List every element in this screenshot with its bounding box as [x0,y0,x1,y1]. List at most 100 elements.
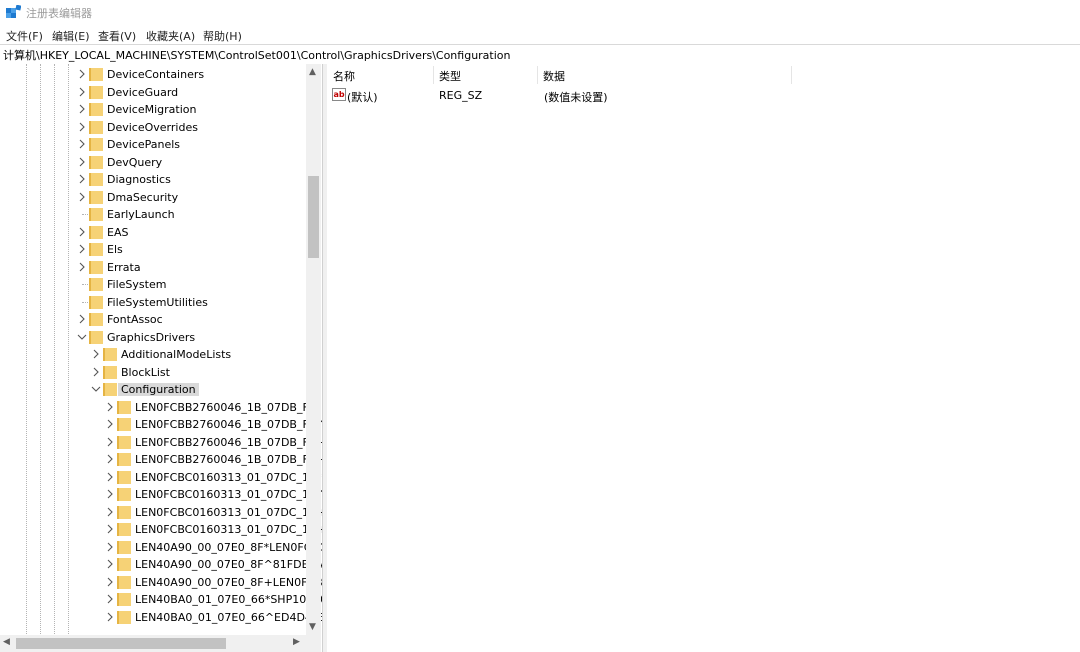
address-bar[interactable]: 计算机\HKEY_LOCAL_MACHINE\SYSTEM\ControlSet… [0,44,1080,65]
tree-node-label[interactable]: DeviceMigration [107,103,196,116]
scroll-thumb[interactable] [16,638,226,649]
tree-node-label[interactable]: DevicePanels [107,138,180,151]
scroll-up-icon[interactable]: ▲ [309,67,316,77]
tree-node-label[interactable]: DevQuery [107,156,162,169]
tree-node[interactable]: DeviceGuard [0,84,305,101]
column-header-name[interactable]: 名称 [327,64,433,86]
chevron-right-icon[interactable] [105,472,115,482]
tree-node[interactable]: LEN0FCBC0160313_01_07DC_19+I [0,521,322,538]
tree-node-label[interactable]: BlockList [121,366,170,379]
chevron-right-icon[interactable] [105,507,115,517]
column-divider[interactable] [791,66,792,84]
chevron-right-icon[interactable] [105,612,115,622]
tree-node[interactable]: EarlyLaunch [0,206,305,223]
tree-node[interactable]: LEN0FCBB2760046_1B_07DB_F6*L [0,399,322,416]
tree-node-label[interactable]: FileSystem [107,278,166,291]
tree-node-label[interactable]: DeviceContainers [107,68,204,81]
address-path[interactable]: 计算机\HKEY_LOCAL_MACHINE\SYSTEM\ControlSet… [3,47,511,63]
menu-view[interactable]: 查看(V) [98,28,136,44]
scroll-left-icon[interactable]: ◀ [3,637,10,647]
tree-node-label[interactable]: GraphicsDrivers [107,331,195,344]
chevron-right-icon[interactable] [105,594,115,604]
tree-node[interactable]: FileSystemUtilities [0,294,305,311]
tree-node-label[interactable]: LEN40A90_00_07E0_8F*LEN0FCBC [135,541,322,554]
tree-node[interactable]: Configuration [0,381,305,398]
tree-node[interactable]: LEN0FCBB2760046_1B_07DB_F6+I [0,451,322,468]
chevron-right-icon[interactable] [105,542,115,552]
tree-node-label[interactable]: EarlyLaunch [107,208,175,221]
value-row[interactable]: ab (默认) REG_SZ (数值未设置) [327,87,1027,104]
chevron-right-icon[interactable] [77,87,87,97]
tree-node[interactable]: GraphicsDrivers [0,329,305,346]
menu-favorites[interactable]: 收藏夹(A) [146,28,195,44]
chevron-right-icon[interactable] [77,157,87,167]
scroll-thumb[interactable] [308,176,319,258]
tree-node-label[interactable]: FontAssoc [107,313,163,326]
tree-node[interactable]: LEN0FCBC0160313_01_07DC_19^I [0,486,322,503]
tree-node-label[interactable]: LEN0FCBB2760046_1B_07DB_F6+I [135,436,322,449]
tree-vertical-scrollbar[interactable]: ▲ ▼ [306,64,321,635]
tree-node-label[interactable]: Errata [107,261,141,274]
tree-node[interactable]: AdditionalModeLists [0,346,305,363]
chevron-right-icon[interactable] [105,577,115,587]
chevron-right-icon[interactable] [77,69,87,79]
tree-node[interactable]: DevQuery [0,154,305,171]
tree-node-label[interactable]: LEN0FCBC0160313_01_07DC_19+I [135,523,322,536]
chevron-right-icon[interactable] [77,192,87,202]
menu-edit[interactable]: 编辑(E) [52,28,90,44]
chevron-down-icon[interactable] [77,332,87,342]
menu-help[interactable]: 帮助(H) [203,28,242,44]
tree-node[interactable]: LEN40A90_00_07E0_8F*LEN0FCBC [0,539,322,556]
tree-node-label[interactable]: Diagnostics [107,173,171,186]
tree-node[interactable]: Els [0,241,305,258]
scroll-down-icon[interactable]: ▼ [309,622,316,632]
tree-node[interactable]: LEN0FCBB2760046_1B_07DB_F6^I [0,416,322,433]
tree-node-label[interactable]: LEN0FCBB2760046_1B_07DB_F6^I [135,418,322,431]
chevron-right-icon[interactable] [105,402,115,412]
tree-node[interactable]: LEN0FCBC0160313_01_07DC_19*L [0,469,322,486]
tree-node-label[interactable]: LEN0FCBB2760046_1B_07DB_F6+I [135,453,322,466]
tree-node-label[interactable]: DmaSecurity [107,191,178,204]
tree-node-label[interactable]: LEN0FCBC0160313_01_07DC_19+I [135,506,322,519]
tree-node[interactable]: LEN40BA0_01_07E0_66^ED4D443E [0,609,322,626]
tree-node[interactable]: FileSystem [0,276,305,293]
tree-node[interactable]: DmaSecurity [0,189,305,206]
tree-node-label[interactable]: Configuration [118,383,199,396]
tree-node-label[interactable]: AdditionalModeLists [121,348,231,361]
tree-node[interactable]: DevicePanels [0,136,305,153]
chevron-right-icon[interactable] [77,104,87,114]
chevron-right-icon[interactable] [105,559,115,569]
tree-node[interactable]: LEN40A90_00_07E0_8F^81FDE8AE [0,556,322,573]
chevron-right-icon[interactable] [77,262,87,272]
tree-node[interactable]: DeviceMigration [0,101,305,118]
tree-node[interactable]: LEN40BA0_01_07E0_66*SHP10EE0 [0,591,322,608]
chevron-right-icon[interactable] [77,139,87,149]
tree-node-label[interactable]: LEN40A90_00_07E0_8F+LEN0FCBC [135,576,322,589]
chevron-right-icon[interactable] [77,314,87,324]
chevron-right-icon[interactable] [91,349,101,359]
chevron-right-icon[interactable] [105,419,115,429]
scroll-right-icon[interactable]: ▶ [293,637,300,647]
tree-node[interactable]: EAS [0,224,305,241]
tree-node-label[interactable]: DeviceGuard [107,86,178,99]
tree-node[interactable]: LEN40A90_00_07E0_8F+LEN0FCBC [0,574,322,591]
tree-node-label[interactable]: LEN40A90_00_07E0_8F^81FDE8AE [135,558,322,571]
tree-node[interactable]: Errata [0,259,305,276]
chevron-right-icon[interactable] [105,489,115,499]
chevron-down-icon[interactable] [91,384,101,394]
tree-node[interactable]: LEN0FCBC0160313_01_07DC_19+I [0,504,322,521]
tree-node[interactable]: LEN0FCBB2760046_1B_07DB_F6+I [0,434,322,451]
tree-node-label[interactable]: LEN0FCBB2760046_1B_07DB_F6*L [135,401,322,414]
tree-node-label[interactable]: LEN0FCBC0160313_01_07DC_19*L [135,471,322,484]
tree-node[interactable]: DeviceOverrides [0,119,305,136]
tree-node[interactable]: Diagnostics [0,171,305,188]
tree-node-label[interactable]: LEN0FCBC0160313_01_07DC_19^I [135,488,322,501]
tree-node-label[interactable]: LEN40BA0_01_07E0_66*SHP10EE0 [135,593,322,606]
tree-node-label[interactable]: FileSystemUtilities [107,296,208,309]
chevron-right-icon[interactable] [77,244,87,254]
tree-node[interactable]: DeviceContainers [0,66,305,83]
values-list[interactable]: 名称 类型 数据 ab (默认) REG_SZ (数值未设置) [327,64,1080,652]
chevron-right-icon[interactable] [77,174,87,184]
chevron-right-icon[interactable] [77,227,87,237]
tree-node[interactable]: FontAssoc [0,311,305,328]
